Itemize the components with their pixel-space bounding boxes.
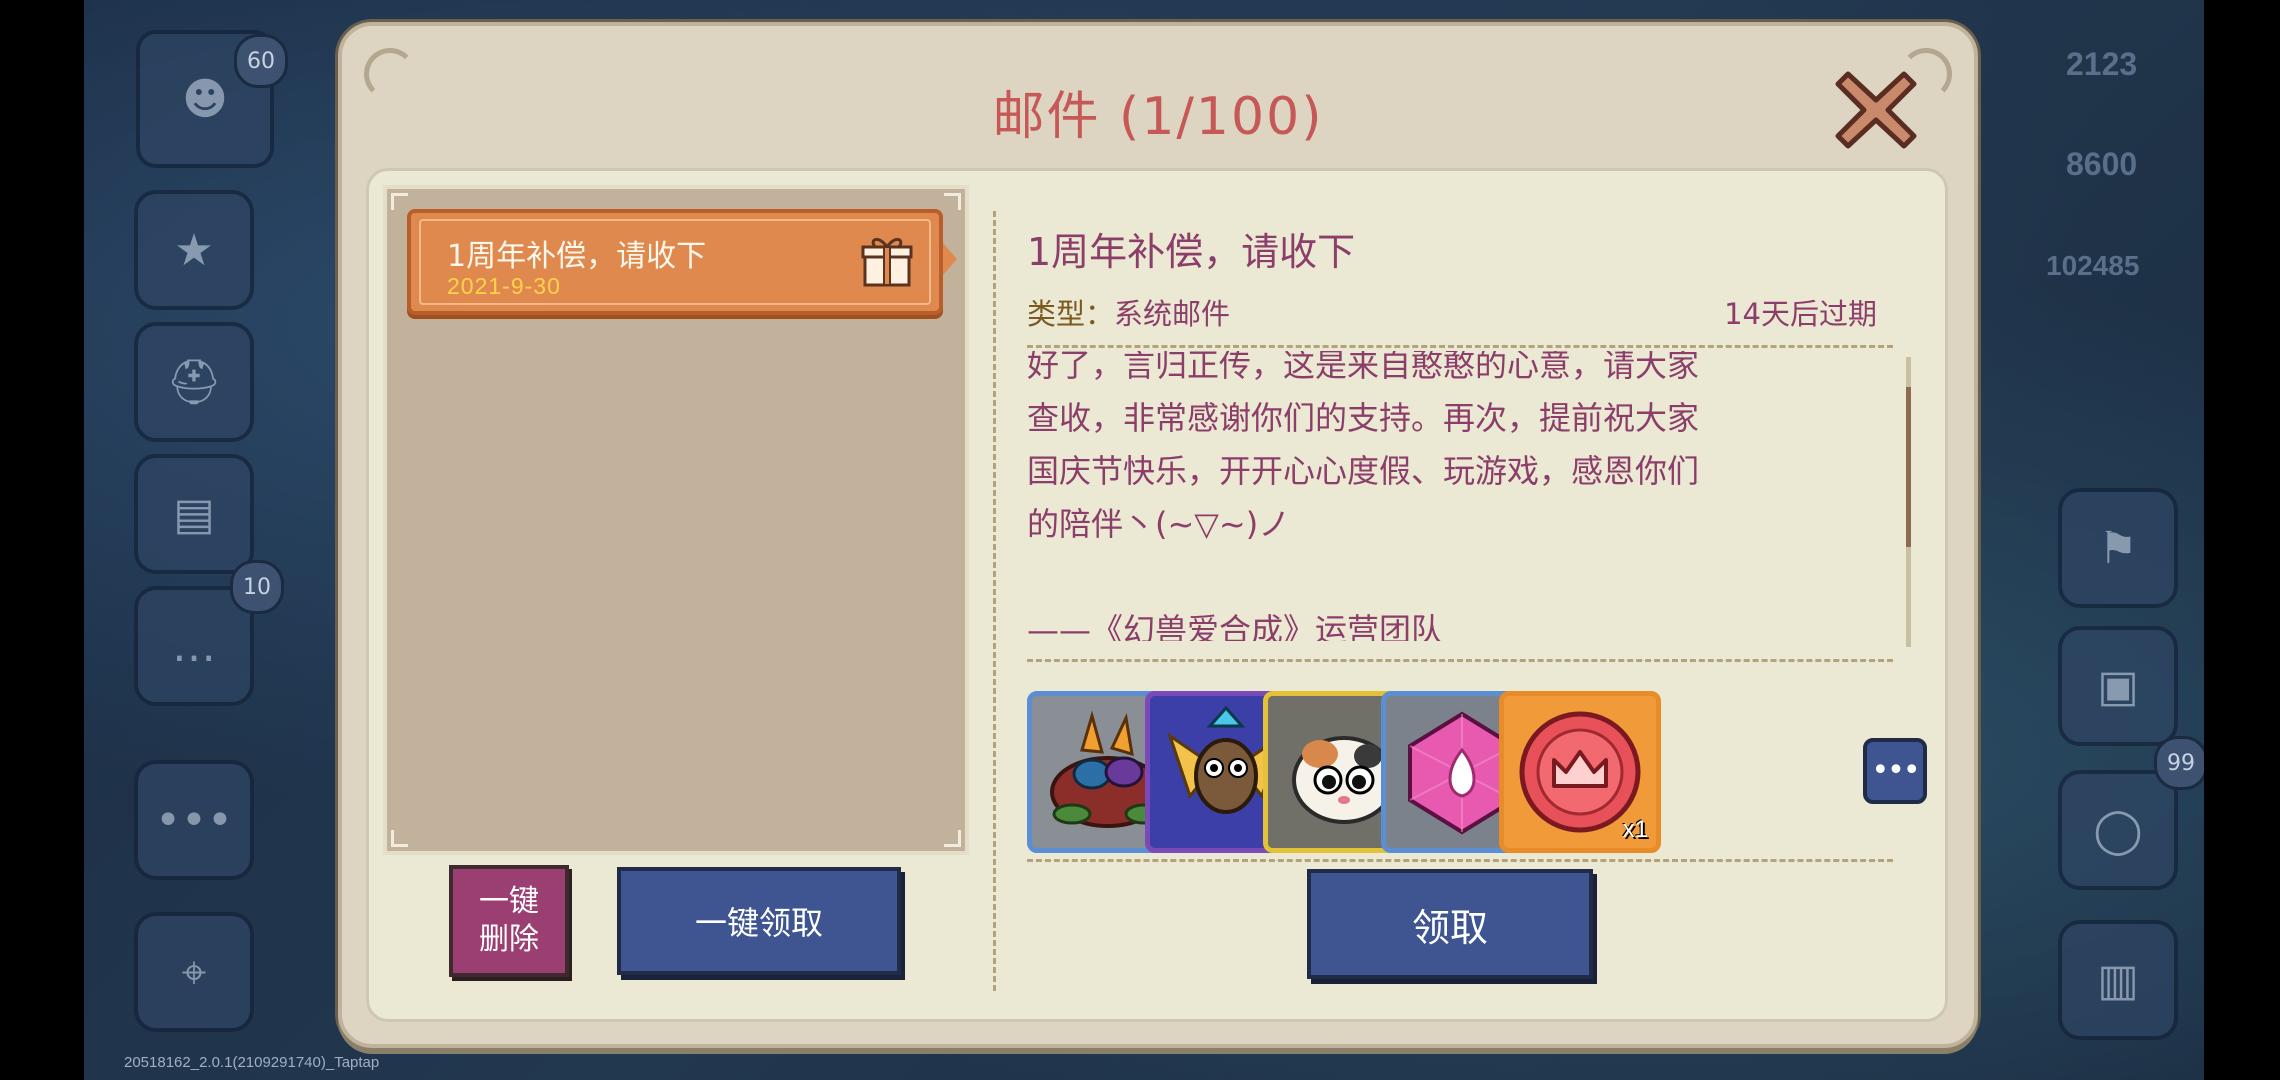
gift-box-icon: ▣ — [2097, 660, 2139, 712]
side-banner-button[interactable]: ⚑ — [2058, 488, 2178, 608]
mail-detail-subject: 1周年补偿，请收下 — [1027, 230, 1356, 274]
banner-icon: ⚑ — [2098, 522, 2138, 574]
side-star-button[interactable]: ★ — [134, 190, 254, 310]
side-helmet-button[interactable]: ⛑ — [134, 322, 254, 442]
level-badge: 60 — [234, 34, 288, 88]
egg-badge: 99 — [2154, 736, 2208, 790]
divider — [1027, 345, 1893, 348]
star-icon: ★ — [174, 224, 214, 276]
reward-qty: x1 — [1622, 816, 1648, 843]
hero-avatar-icon: ☻ — [182, 73, 228, 125]
resource-3-value: 102485 — [2046, 250, 2140, 281]
side-more-button[interactable]: ••• — [134, 760, 254, 880]
divider — [1027, 859, 1893, 862]
reward-item-5[interactable]: x1 — [1499, 691, 1661, 853]
delete-all-button[interactable]: 一键 删除 — [449, 865, 569, 977]
chat-badge: 10 — [230, 560, 284, 614]
delete-all-label-line1: 一键 — [479, 884, 539, 919]
mail-type-label: 类型： — [1027, 297, 1115, 331]
corner-ornament — [944, 830, 961, 847]
mail-type-value: 系统邮件 — [1114, 297, 1231, 331]
claim-button[interactable]: 领取 — [1307, 869, 1593, 979]
claim-all-button[interactable]: 一键领取 — [617, 867, 901, 975]
mail-item-date: 2021-9-30 — [447, 273, 561, 299]
mail-dialog: 邮件 (1/100) 1周年补偿，请收下 2021-9-30 一键 删除 一键领… — [338, 22, 1978, 1048]
mail-list[interactable]: 1周年补偿，请收下 2021-9-30 — [383, 185, 969, 855]
more-rewards-button[interactable]: ••• — [1863, 738, 1927, 804]
resource-1-value: 2123 — [2066, 46, 2138, 82]
side-gift-button[interactable]: ▣ — [2058, 626, 2178, 746]
mail-body-text: 好了，言归正传，这是来自憨憨的心意，请大家 查收，非常感谢你们的支持。再次，提前… — [1027, 351, 1700, 641]
mail-list-item-selected[interactable]: 1周年补偿，请收下 2021-9-30 — [407, 209, 957, 315]
mail-dialog-title: 邮件 (1/100) — [992, 87, 1324, 147]
left-letterbox — [0, 0, 84, 1080]
divider — [1027, 659, 1893, 662]
egg-icon: ◯ — [2093, 804, 2143, 856]
chat-icon: … — [172, 620, 216, 672]
delete-all-label-line2: 删除 — [479, 922, 539, 957]
map-icon: ⌖ — [181, 946, 207, 998]
claim-all-label: 一键领取 — [694, 904, 823, 942]
side-egg-button[interactable]: ◯ — [2058, 770, 2178, 890]
mail-item-subject: 1周年补偿，请收下 — [447, 239, 707, 274]
close-button[interactable] — [1828, 62, 1924, 158]
mail-body-scroll[interactable]: 好了，言归正传，这是来自憨憨的心意，请大家 查收，非常感谢你们的支持。再次，提前… — [1027, 351, 1907, 641]
version-label: 20518162_2.0.1(2109291740)_Taptap — [124, 1054, 380, 1071]
ellipsis-icon: ••• — [1871, 753, 1920, 788]
resource-2-value: 8600 — [2066, 146, 2138, 182]
ellipsis-icon: ••• — [155, 794, 233, 846]
chest-icon: ▥ — [2097, 954, 2139, 1006]
claim-label: 领取 — [1411, 905, 1488, 950]
scrollbar-thumb[interactable] — [1906, 387, 1911, 547]
panel-divider — [993, 211, 996, 991]
helmet-icon: ⛑ — [166, 357, 222, 408]
mail-detail-type: 类型：系统邮件 — [1027, 291, 1230, 333]
corner-ornament — [944, 193, 961, 210]
scrollbar[interactable] — [1906, 357, 1911, 647]
close-icon — [1835, 71, 1917, 149]
right-letterbox — [2204, 0, 2280, 1080]
corner-ornament — [391, 830, 408, 847]
book-icon: ▤ — [173, 488, 215, 540]
corner-ornament — [391, 193, 408, 210]
side-book-button[interactable]: ▤ — [134, 454, 254, 574]
gift-icon — [861, 238, 913, 287]
mail-content-panel: 1周年补偿，请收下 2021-9-30 一键 删除 一键领取 1周年补偿，请收下… — [366, 168, 1948, 1022]
mail-expiry: 14天后过期 — [1724, 297, 1877, 331]
side-chest-button[interactable]: ▥ — [2058, 920, 2178, 1040]
side-map-button[interactable]: ⌖ — [134, 912, 254, 1032]
